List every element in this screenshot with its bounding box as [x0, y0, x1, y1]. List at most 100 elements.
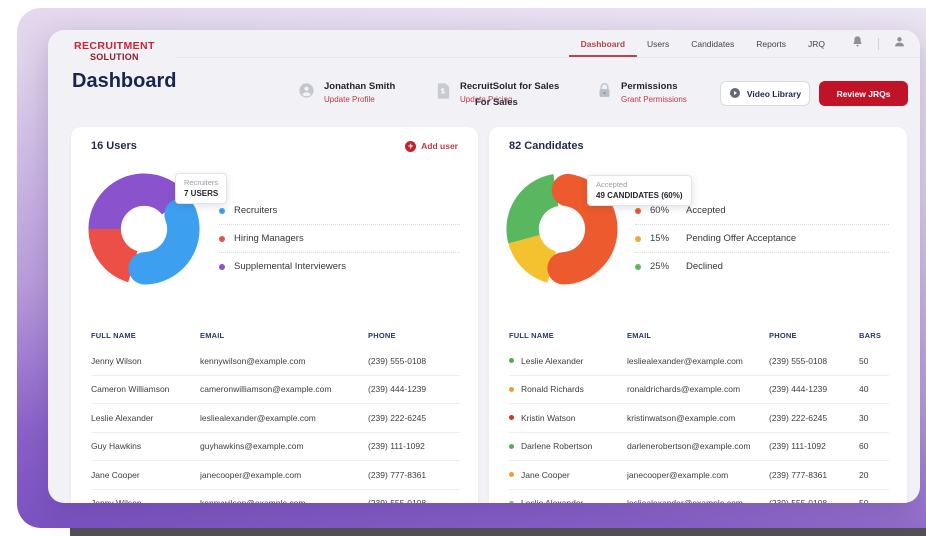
bell-icon[interactable]	[851, 35, 864, 53]
cell-phone: (239) 444-1239	[769, 384, 859, 394]
column-header: PHONE	[769, 331, 859, 340]
candidates-table: FULL NAMEEMAILPHONEBARSLeslie Alexanderl…	[509, 323, 889, 503]
grant-permissions-link[interactable]: Grant Permissions	[621, 96, 687, 104]
cell-phone: (239) 222-6245	[769, 413, 859, 423]
cell-phone: (239) 555-0108	[769, 356, 859, 366]
legend-label: Pending Offer Acceptance	[686, 233, 796, 244]
tooltip-label: Accepted	[596, 181, 683, 189]
table-row: Kristin Watsonkristinwatson@example.com(…	[509, 404, 889, 433]
column-header: BARS	[859, 331, 889, 340]
permissions-quick-item: Permissions Grant Permissions	[597, 82, 687, 104]
legend-label: Declined	[686, 261, 723, 272]
legend-item: 25%Declined	[635, 253, 889, 280]
table-row: Jenny Wilsonkennywilson@example.com(239)…	[91, 490, 460, 504]
table-row: Leslie Alexanderlesliealexander@example.…	[509, 347, 889, 376]
nav-item-candidates[interactable]: Candidates	[691, 30, 734, 57]
nav-vertical-divider	[878, 38, 879, 50]
table-row: Guy Hawkinsguyhawkins@example.com(239) 1…	[91, 433, 460, 462]
cell-bars: 50	[859, 356, 889, 366]
nav-item-jrq[interactable]: JRQ	[808, 30, 825, 57]
cell-phone: (239) 555-0108	[368, 498, 460, 503]
play-icon	[729, 87, 741, 101]
page-title: Dashboard	[72, 70, 176, 93]
video-library-label: Video Library	[747, 89, 801, 99]
users-panel: 16 Users + Add user Recruiters 7 USERS R…	[71, 127, 478, 503]
candidates-legend: 60%Accepted15%Pending Offer Acceptance25…	[635, 197, 889, 280]
nav-icons	[851, 35, 906, 53]
review-jrqs-button[interactable]: Review JRQs	[819, 81, 908, 106]
legend-label: Supplemental Interviewers	[234, 261, 346, 272]
legend-dot	[219, 208, 225, 214]
profile-avatar-icon	[298, 82, 315, 104]
cell-email: cameronwilliamson@example.com	[200, 384, 368, 394]
cell-phone: (239) 111-1092	[769, 441, 859, 451]
table-row: Leslie Alexanderlesliealexander@example.…	[509, 490, 889, 504]
review-jrqs-label: Review JRQs	[837, 89, 891, 99]
tooltip-label: Recruiters	[184, 179, 218, 187]
table-header-row: FULL NAMEEMAILPHONEBARS	[509, 323, 889, 347]
cell-phone: (239) 444-1239	[368, 384, 460, 394]
cell-phone: (239) 555-0108	[368, 356, 460, 366]
candidates-panel: 82 Candidates Accepted 49 CANDIDATES (60…	[489, 127, 907, 503]
cell-bars: 40	[859, 384, 889, 394]
video-library-button[interactable]: Video Library	[720, 81, 810, 106]
cell-email: ronaldrichards@example.com	[627, 384, 769, 394]
column-header: FULL NAME	[91, 331, 200, 340]
profile-quick-item: Jonathan Smith Update Profile	[298, 82, 395, 104]
cell-bars: 30	[859, 413, 889, 423]
legend-label: Accepted	[686, 205, 726, 216]
status-dot	[509, 387, 514, 392]
logo-line2: SOLUTION	[74, 52, 155, 62]
cell-email: janecooper@example.com	[627, 470, 769, 480]
cell-full-name: Kristin Watson	[509, 413, 627, 423]
candidates-chart-tooltip: Accepted 49 CANDIDATES (60%)	[587, 175, 692, 206]
legend-dot	[635, 208, 641, 214]
table-row: Darlene Robertsondarlenerobertson@exampl…	[509, 433, 889, 462]
legend-item: 15%Pending Offer Acceptance	[635, 225, 889, 253]
nav-items: Dashboard Users Candidates Reports JRQ	[581, 30, 825, 57]
users-chart-tooltip: Recruiters 7 USERS	[175, 173, 227, 204]
column-header: FULL NAME	[509, 331, 627, 340]
cell-bars: 50	[859, 498, 889, 503]
legend-dot	[219, 264, 225, 270]
cell-full-name: Darlene Robertson	[509, 441, 627, 451]
cell-full-name: Leslie Alexander	[91, 413, 200, 423]
profile-name: Jonathan Smith	[324, 82, 395, 92]
pricing-hover-tooltip: For Sales	[475, 98, 518, 108]
cell-email: lesliealexander@example.com	[627, 356, 769, 366]
cell-email: kristinwatson@example.com	[627, 413, 769, 423]
nav-item-reports[interactable]: Reports	[756, 30, 786, 57]
cell-email: kennywilson@example.com	[200, 498, 368, 503]
users-chart-area: Recruiters 7 USERS RecruitersHiring Mana…	[71, 127, 478, 323]
status-dot	[509, 472, 514, 477]
dashboard-window: RECRUITMENT SOLUTION Dashboard Users Candi…	[48, 30, 920, 503]
cell-phone: (239) 777-8361	[368, 470, 460, 480]
cell-full-name: Ronald Richards	[509, 384, 627, 394]
cell-email: janecooper@example.com	[200, 470, 368, 480]
legend-dot	[635, 236, 641, 242]
cell-phone: (239) 777-8361	[769, 470, 859, 480]
cell-full-name: Jane Cooper	[91, 470, 200, 480]
tooltip-value: 7 USERS	[184, 190, 218, 198]
svg-text:$: $	[441, 87, 445, 95]
status-dot	[509, 501, 514, 503]
permissions-title: Permissions	[621, 82, 687, 92]
user-account-icon[interactable]	[893, 35, 906, 53]
cell-email: lesliealexander@example.com	[627, 498, 769, 503]
cell-bars: 20	[859, 470, 889, 480]
table-row: Leslie Alexanderlesliealexander@example.…	[91, 404, 460, 433]
cell-bars: 60	[859, 441, 889, 451]
nav-item-dashboard[interactable]: Dashboard	[581, 30, 625, 57]
nav-item-users[interactable]: Users	[647, 30, 669, 57]
legend-item: Recruiters	[219, 197, 460, 225]
cell-full-name: Jane Cooper	[509, 470, 627, 480]
users-legend: RecruitersHiring ManagersSupplemental In…	[219, 197, 460, 280]
cell-email: darlenerobertson@example.com	[627, 441, 769, 451]
table-row: Cameron Williamsoncameronwilliamson@exam…	[91, 376, 460, 405]
cell-full-name: Cameron Williamson	[91, 384, 200, 394]
column-header: EMAIL	[200, 331, 368, 340]
app-logo: RECRUITMENT SOLUTION	[74, 40, 155, 62]
update-profile-link[interactable]: Update Profile	[324, 96, 395, 104]
cell-full-name: Leslie Alexander	[509, 498, 627, 503]
status-dot	[509, 358, 514, 363]
